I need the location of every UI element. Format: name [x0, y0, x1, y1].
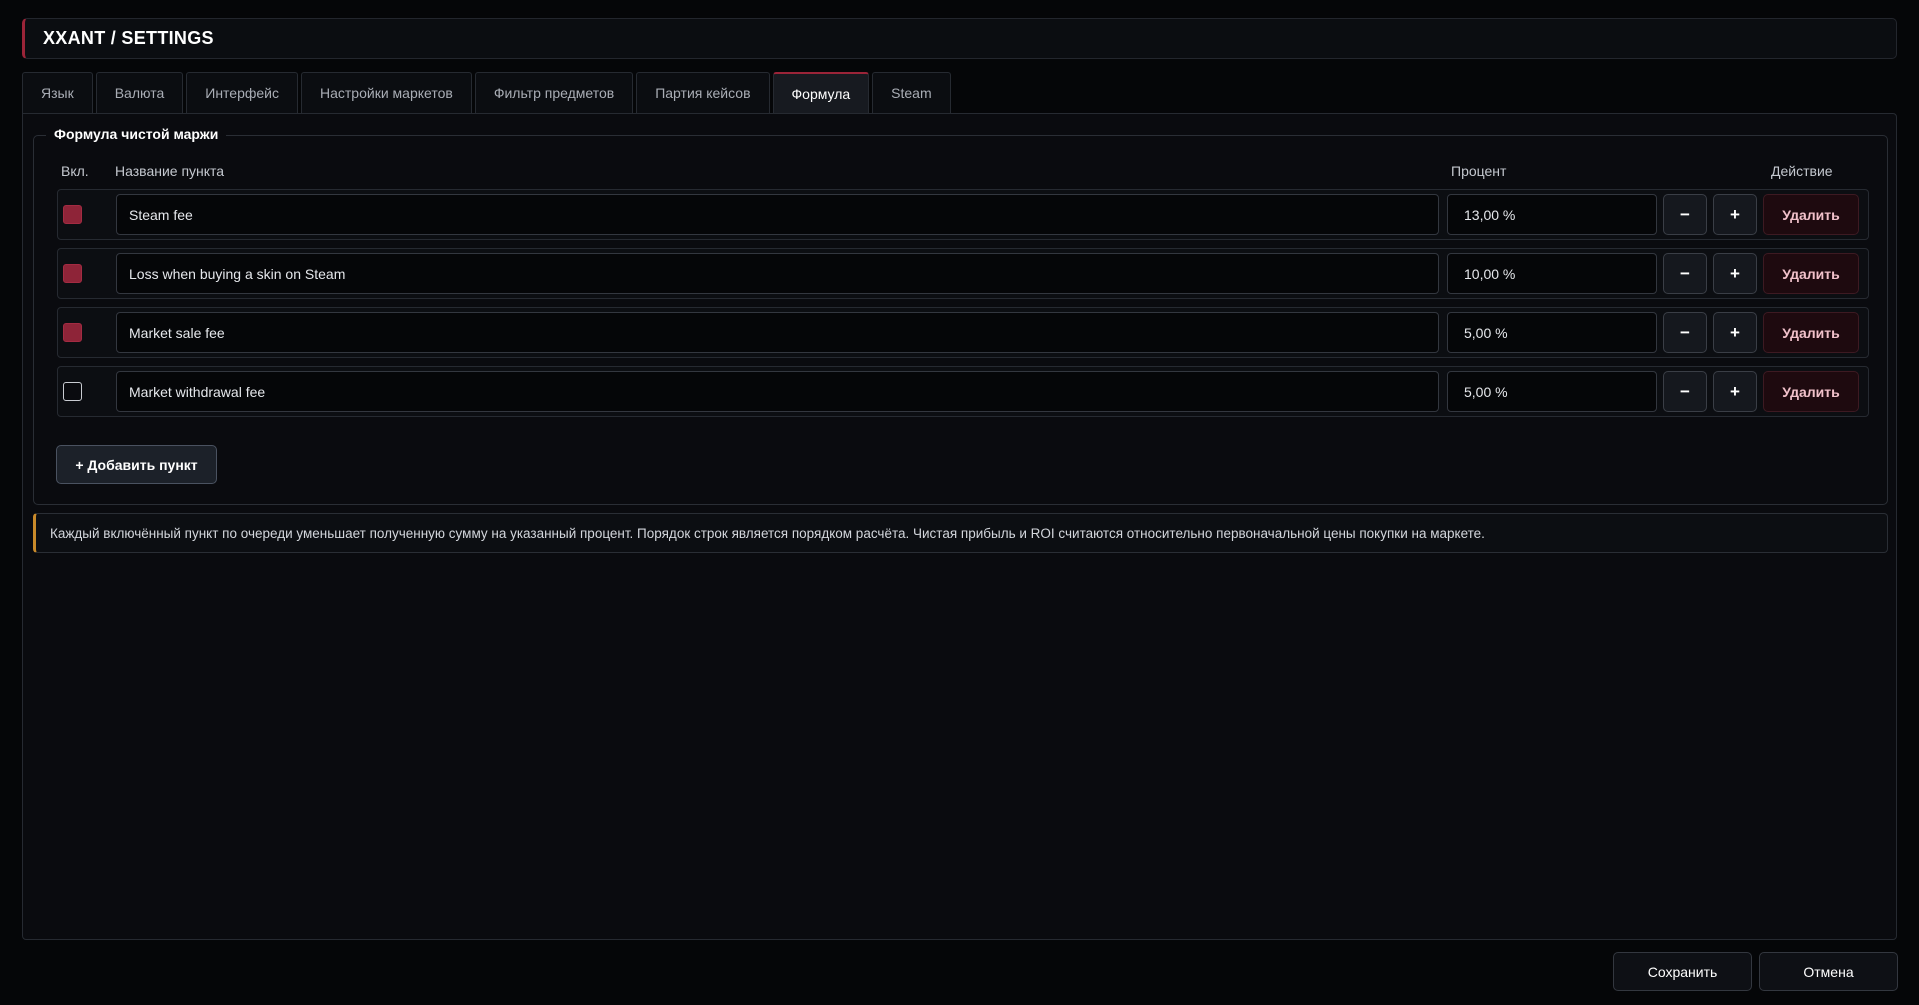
decrement-button[interactable]: −	[1663, 312, 1707, 353]
percent-input[interactable]	[1447, 312, 1657, 353]
percent-input[interactable]	[1447, 194, 1657, 235]
tab-steam[interactable]: Steam	[872, 72, 951, 113]
increment-button[interactable]: +	[1713, 371, 1757, 412]
enabled-checkbox[interactable]	[63, 323, 82, 342]
tab-interface[interactable]: Интерфейс	[186, 72, 298, 113]
column-enabled: Вкл.	[61, 163, 89, 179]
item-name-input[interactable]	[116, 253, 1439, 294]
formula-row: − + Удалить	[57, 248, 1869, 299]
formula-legend: Формула чистой маржи	[46, 126, 227, 142]
delete-button[interactable]: Удалить	[1763, 194, 1859, 235]
percent-input[interactable]	[1447, 253, 1657, 294]
cancel-button[interactable]: Отмена	[1759, 952, 1898, 991]
increment-button[interactable]: +	[1713, 312, 1757, 353]
tab-bar: Язык Валюта Интерфейс Настройки маркетов…	[22, 72, 951, 113]
save-button[interactable]: Сохранить	[1613, 952, 1752, 991]
column-percent: Процент	[1451, 163, 1507, 179]
formula-group: Формула чистой маржи Вкл. Название пункт…	[33, 126, 1888, 505]
tab-language[interactable]: Язык	[22, 72, 93, 113]
settings-panel: Формула чистой маржи Вкл. Название пункт…	[22, 113, 1897, 940]
percent-input[interactable]	[1447, 371, 1657, 412]
tab-item-filter[interactable]: Фильтр предметов	[474, 72, 634, 113]
formula-row: − + Удалить	[57, 189, 1869, 240]
info-note: Каждый включённый пункт по очереди умень…	[33, 513, 1888, 553]
item-name-input[interactable]	[116, 312, 1439, 353]
decrement-button[interactable]: −	[1663, 371, 1707, 412]
increment-button[interactable]: +	[1713, 194, 1757, 235]
tab-formula[interactable]: Формула	[772, 72, 870, 113]
increment-button[interactable]: +	[1713, 253, 1757, 294]
enabled-checkbox[interactable]	[63, 205, 82, 224]
tab-currency[interactable]: Валюта	[95, 72, 184, 113]
enabled-checkbox[interactable]	[63, 382, 82, 401]
add-item-button[interactable]: + Добавить пункт	[56, 445, 217, 484]
formula-row: − + Удалить	[57, 307, 1869, 358]
tab-market-settings[interactable]: Настройки маркетов	[301, 72, 472, 113]
info-note-text: Каждый включённый пункт по очереди умень…	[50, 525, 1485, 541]
delete-button[interactable]: Удалить	[1763, 312, 1859, 353]
decrement-button[interactable]: −	[1663, 253, 1707, 294]
enabled-checkbox[interactable]	[63, 264, 82, 283]
delete-button[interactable]: Удалить	[1763, 371, 1859, 412]
decrement-button[interactable]: −	[1663, 194, 1707, 235]
tab-case-batch[interactable]: Партия кейсов	[636, 72, 770, 113]
page-title: XXANT / SETTINGS	[43, 28, 214, 48]
item-name-input[interactable]	[116, 194, 1439, 235]
delete-button[interactable]: Удалить	[1763, 253, 1859, 294]
column-action: Действие	[1771, 163, 1833, 179]
item-name-input[interactable]	[116, 371, 1439, 412]
column-name: Название пункта	[115, 163, 225, 179]
title-bar: XXANT / SETTINGS	[22, 18, 1897, 59]
formula-row: − + Удалить	[57, 366, 1869, 417]
